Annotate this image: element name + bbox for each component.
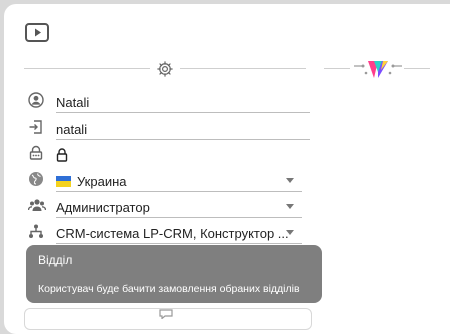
tooltip-text: Користувач буде бачити замовлення обрани… (38, 283, 300, 295)
tab-divider-middle (180, 68, 306, 69)
users-group-icon (27, 197, 47, 215)
country-select[interactable]: Украина (56, 171, 302, 192)
chevron-down-icon (286, 178, 294, 183)
gear-icon[interactable] (156, 60, 174, 83)
tab-divider-right-a (324, 68, 350, 69)
system-value: CRM-система LP-CRM, Конструктор ... (56, 225, 289, 241)
globe-icon (28, 171, 46, 189)
chevron-down-icon (286, 230, 294, 235)
tab-divider-right-b (404, 68, 430, 69)
sitemap-icon (28, 223, 46, 241)
tooltip-title: Відділ (38, 253, 73, 267)
login-field[interactable]: natali (56, 119, 310, 140)
password-dots-icon (28, 145, 46, 163)
departments-select[interactable] (24, 308, 312, 330)
login-value: natali (56, 121, 88, 137)
role-select[interactable]: Администратор (56, 197, 302, 218)
password-field[interactable] (56, 145, 310, 165)
comment-icon (159, 306, 173, 324)
department-tooltip: Відділ Користувач буде бачити замовлення… (26, 245, 322, 303)
country-value: Украина (77, 173, 127, 189)
role-value: Администратор (56, 199, 150, 215)
name-field[interactable]: Natali (56, 92, 310, 113)
lock-icon (56, 148, 68, 162)
crm-logo-icon[interactable] (354, 58, 402, 85)
ukraine-flag-icon (56, 175, 71, 187)
tab-divider-left (24, 68, 150, 69)
youtube-play-icon[interactable] (24, 20, 50, 46)
name-value: Natali (56, 94, 90, 110)
login-icon (28, 119, 46, 137)
system-select[interactable]: CRM-система LP-CRM, Конструктор ... (56, 223, 302, 244)
user-icon (28, 92, 46, 110)
chevron-down-icon (286, 204, 294, 209)
